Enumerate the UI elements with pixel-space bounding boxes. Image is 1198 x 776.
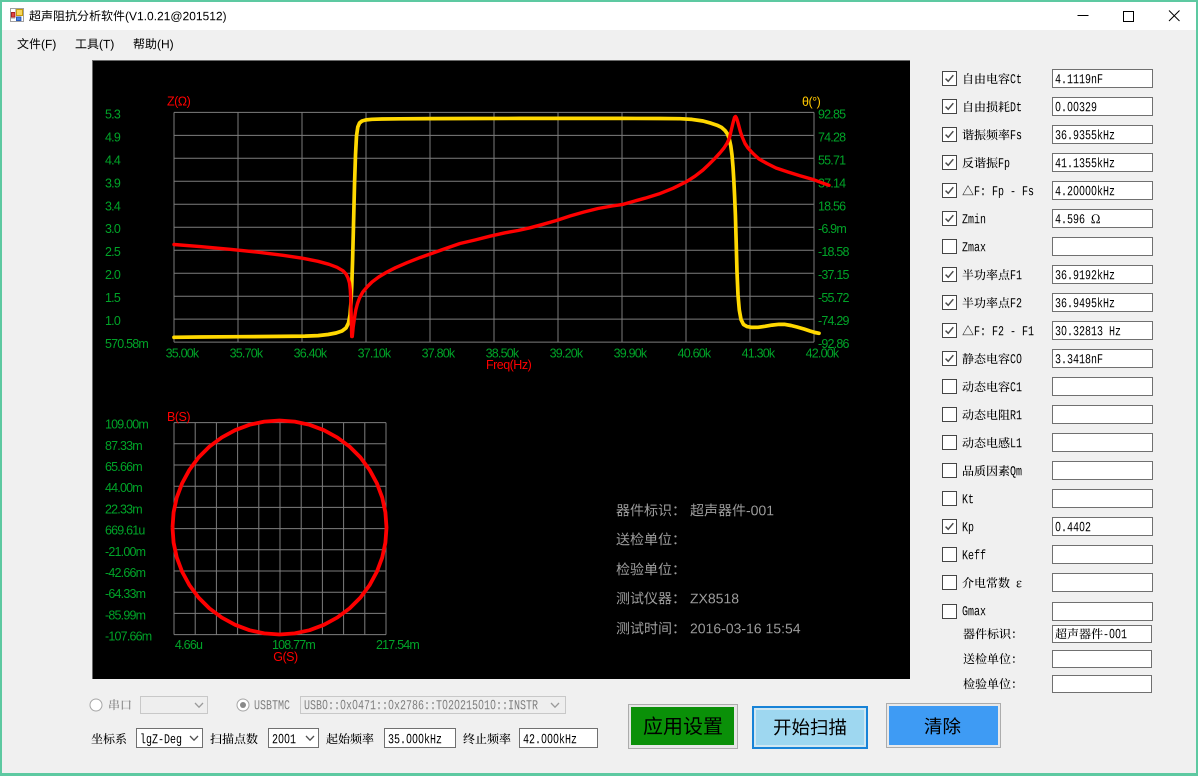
svg-text:35.00k: 35.00k xyxy=(166,347,200,361)
svg-text:37.80k: 37.80k xyxy=(422,347,456,361)
svg-text:18.56: 18.56 xyxy=(818,199,846,213)
svg-text:2.5: 2.5 xyxy=(105,245,121,259)
svg-text:92.85: 92.85 xyxy=(818,107,846,121)
svg-text:570.58m: 570.58m xyxy=(105,337,148,351)
svg-text:65.66m: 65.66m xyxy=(105,460,142,474)
svg-text:40.60k: 40.60k xyxy=(678,347,712,361)
svg-text:-18.58: -18.58 xyxy=(818,245,849,259)
svg-text:B(S): B(S) xyxy=(167,410,190,424)
svg-text:39.20k: 39.20k xyxy=(550,347,584,361)
svg-text:35.70k: 35.70k xyxy=(230,347,264,361)
svg-text:-107.66m: -107.66m xyxy=(105,630,152,644)
svg-text:22.33m: 22.33m xyxy=(105,502,142,516)
svg-text:G(S): G(S) xyxy=(273,650,298,664)
svg-text:109.00m: 109.00m xyxy=(105,418,148,432)
svg-text:37.10k: 37.10k xyxy=(358,347,392,361)
svg-text:-42.66m: -42.66m xyxy=(105,566,146,580)
svg-text:41.30k: 41.30k xyxy=(742,347,776,361)
svg-text:36.40k: 36.40k xyxy=(294,347,328,361)
svg-text:2.0: 2.0 xyxy=(105,268,121,282)
svg-text:5.3: 5.3 xyxy=(105,107,121,121)
svg-text:Freq(Hz): Freq(Hz) xyxy=(486,358,532,372)
svg-text:1.0: 1.0 xyxy=(105,314,121,328)
svg-text:-6.9m: -6.9m xyxy=(818,222,846,236)
svg-text:-21.00m: -21.00m xyxy=(105,545,146,559)
svg-text:217.54m: 217.54m xyxy=(376,638,419,652)
svg-text:44.00m: 44.00m xyxy=(105,481,142,495)
svg-text:669.61u: 669.61u xyxy=(105,524,145,538)
svg-text:-64.33m: -64.33m xyxy=(105,587,146,601)
svg-text:55.71: 55.71 xyxy=(818,153,846,167)
svg-text:39.90k: 39.90k xyxy=(614,347,648,361)
svg-text:42.00k: 42.00k xyxy=(806,347,840,361)
svg-text:-55.72: -55.72 xyxy=(818,291,849,305)
svg-text:4.4: 4.4 xyxy=(105,153,121,167)
svg-text:4.9: 4.9 xyxy=(105,130,121,144)
svg-text:Z(Ω): Z(Ω) xyxy=(167,95,191,109)
svg-text:3.9: 3.9 xyxy=(105,176,121,190)
svg-text:4.66u: 4.66u xyxy=(175,638,203,652)
svg-text:74.28: 74.28 xyxy=(818,130,846,144)
svg-text:-37.15: -37.15 xyxy=(818,268,849,282)
svg-text:θ(°): θ(°) xyxy=(802,95,821,109)
svg-text:1.5: 1.5 xyxy=(105,291,121,305)
svg-text:87.33m: 87.33m xyxy=(105,439,142,453)
svg-text:3.4: 3.4 xyxy=(105,199,121,213)
svg-text:-74.29: -74.29 xyxy=(818,314,849,328)
svg-text:3.0: 3.0 xyxy=(105,222,121,236)
svg-text:-85.99m: -85.99m xyxy=(105,608,146,622)
